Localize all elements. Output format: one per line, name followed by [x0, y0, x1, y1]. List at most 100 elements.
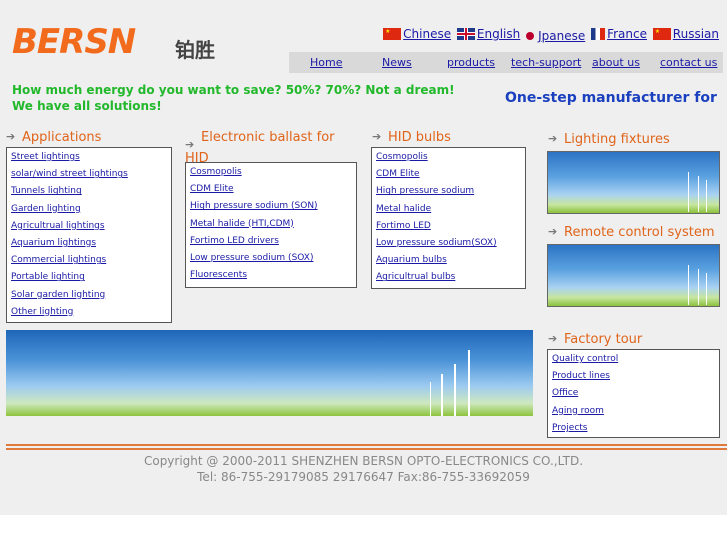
hid-link[interactable]: Cosmopolis — [376, 152, 428, 162]
nav-products[interactable]: products — [447, 56, 495, 69]
factory-link[interactable]: Product lines — [552, 371, 610, 381]
hid-link[interactable]: Agricultrual bulbs — [376, 272, 455, 282]
factory-link[interactable]: Office — [552, 388, 578, 398]
factory-link[interactable]: Aging room — [552, 406, 604, 416]
wind-turbine-icon — [468, 350, 470, 416]
lang-label: English — [476, 27, 521, 41]
remote-title: ➔ Remote control system — [548, 225, 714, 241]
wind-turbine-icon — [441, 374, 443, 416]
factory-list: Quality control Product lines Office Agi… — [547, 349, 720, 438]
list-item: High pressure sodium (SON) — [190, 199, 356, 216]
applications-link[interactable]: Portable lighting — [11, 272, 85, 282]
list-item: Agricultrual lightings — [11, 219, 171, 236]
list-item: Low pressure sodium(SOX) — [376, 236, 525, 253]
wind-turbine-icon — [706, 180, 707, 212]
list-item: Commercial lightings — [11, 253, 171, 270]
wind-turbine-icon — [688, 265, 689, 305]
list-item: Fluorescents — [190, 268, 356, 285]
contact-text: Tel: 86-755-29179085 29176647 Fax:86-755… — [197, 470, 530, 484]
applications-title-text: Applications — [22, 130, 102, 145]
list-item: solar/wind street lightings — [11, 167, 171, 184]
ballast-link[interactable]: Cosmopolis — [190, 167, 242, 177]
list-item: Projects — [552, 421, 719, 438]
factory-link[interactable]: Quality control — [552, 354, 618, 364]
ballast-link[interactable]: Low pressure sodium (SOX) — [190, 253, 313, 263]
applications-link[interactable]: Other lighting — [11, 307, 73, 317]
hid-link[interactable]: Fortimo LED — [376, 221, 431, 231]
hid-link[interactable]: Aquarium bulbs — [376, 255, 447, 265]
page: BERSN 铂胜 Chinese English Jpanese France … — [0, 0, 727, 515]
ballast-link[interactable]: Fluorescents — [190, 270, 247, 280]
lang-label: Jpanese — [538, 29, 586, 43]
applications-link[interactable]: Garden lighting — [11, 204, 81, 214]
nav-home[interactable]: Home — [310, 56, 342, 69]
list-item: CDM Elite — [190, 182, 356, 199]
hid-link[interactable]: Metal halide — [376, 204, 431, 214]
list-item: Metal halide (HTI,CDM) — [190, 217, 356, 234]
fixtures-title: ➔ Lighting fixtures — [548, 132, 670, 148]
wind-turbine-icon — [430, 382, 431, 416]
factory-title: ➔ Factory tour — [548, 332, 642, 348]
ballast-link[interactable]: High pressure sodium (SON) — [190, 201, 318, 211]
logo-chinese-text: 铂胜 — [175, 38, 215, 62]
logo-text: BERSN — [12, 22, 136, 62]
lang-label: Chinese — [403, 27, 452, 41]
list-item: Quality control — [552, 352, 719, 369]
cn-flag-icon — [383, 28, 402, 40]
hid-link[interactable]: High pressure sodium — [376, 186, 474, 196]
list-item: Fortimo LED drivers — [190, 234, 356, 251]
slogan-line2: We have all solutions! — [12, 99, 162, 113]
nav-about-us[interactable]: about us — [592, 56, 640, 69]
applications-link[interactable]: Tunnels lighting — [11, 186, 82, 196]
list-item: Product lines — [552, 369, 719, 386]
ru-flag-icon — [652, 28, 671, 40]
ballast-link[interactable]: CDM Elite — [190, 184, 234, 194]
wind-turbine-icon — [698, 176, 699, 212]
uk-flag-icon — [456, 28, 475, 40]
lang-france-link[interactable]: France — [591, 27, 647, 41]
lang-japanese-link[interactable]: Jpanese — [526, 29, 585, 43]
applications-link[interactable]: Commercial lightings — [11, 255, 106, 265]
list-item: Metal halide — [376, 202, 525, 219]
lang-chinese-link[interactable]: Chinese — [383, 27, 451, 41]
list-item: Fortimo LED — [376, 219, 525, 236]
jp-flag-icon — [526, 32, 535, 40]
language-selector: Chinese English Jpanese France Russian — [381, 27, 719, 43]
lang-russian-link[interactable]: Russian — [652, 27, 719, 41]
hid-list: Cosmopolis CDM Elite High pressure sodiu… — [371, 147, 526, 289]
list-item: Aging room — [552, 404, 719, 421]
list-item: Cosmopolis — [376, 150, 525, 167]
footer: Copyright @ 2000-2011 SHENZHEN BERSN OPT… — [0, 453, 727, 485]
main-nav: Home News products tech-support about us… — [289, 52, 723, 73]
lang-english-link[interactable]: English — [456, 27, 521, 41]
hid-title-text: HID bulbs — [388, 130, 451, 145]
ballast-link[interactable]: Fortimo LED drivers — [190, 236, 279, 246]
hid-link[interactable]: CDM Elite — [376, 169, 420, 179]
applications-title: ➔ Applications — [6, 130, 101, 146]
hid-link[interactable]: Low pressure sodium(SOX) — [376, 238, 497, 248]
tagline: One-step manufacturer for — [505, 90, 717, 106]
applications-link[interactable]: Aquarium lightings — [11, 238, 96, 248]
ballast-title-text: Electronic ballast for HID — [185, 130, 335, 166]
list-item: Street lightings — [11, 150, 171, 167]
ballast-link[interactable]: Metal halide (HTI,CDM) — [190, 219, 294, 229]
applications-link[interactable]: Solar garden lighting — [11, 290, 105, 300]
nav-tech-support[interactable]: tech-support — [511, 56, 581, 69]
nav-contact-us[interactable]: contact us — [660, 56, 717, 69]
remote-image[interactable] — [547, 244, 720, 307]
wind-turbine-icon — [454, 364, 456, 416]
hid-title: ➔ HID bulbs — [372, 130, 451, 146]
list-item: Low pressure sodium (SOX) — [190, 251, 356, 268]
logo[interactable]: BERSN — [12, 22, 136, 62]
applications-link[interactable]: solar/wind street lightings — [11, 169, 128, 179]
applications-link[interactable]: Street lightings — [11, 152, 80, 162]
list-item: Agricultrual bulbs — [376, 270, 525, 287]
fixtures-title-text: Lighting fixtures — [564, 132, 670, 147]
applications-link[interactable]: Agricultrual lightings — [11, 221, 105, 231]
nav-news[interactable]: News — [382, 56, 412, 69]
factory-link[interactable]: Projects — [552, 423, 587, 433]
wind-farm-banner — [6, 330, 533, 416]
slogan-line1: How much energy do you want to save? 50%… — [12, 83, 455, 97]
fixtures-image[interactable] — [547, 151, 720, 214]
arrow-right-icon: ➔ — [548, 332, 558, 345]
